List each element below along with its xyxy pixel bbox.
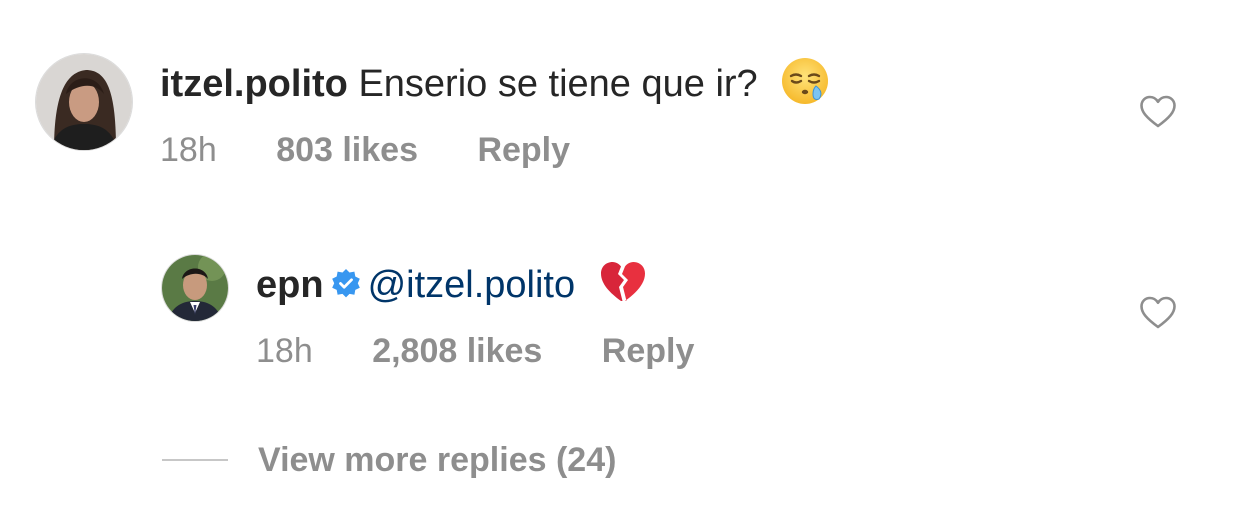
- mention-link[interactable]: @itzel.polito: [368, 264, 576, 306]
- avatar[interactable]: [36, 54, 132, 150]
- comment-time: 18h: [256, 332, 313, 370]
- comment-meta: 18h 803 likes Reply: [160, 130, 570, 170]
- sleepy-face-icon: [782, 58, 829, 104]
- comment-time: 18h: [160, 131, 217, 169]
- reply-meta: 18h 2,808 likes Reply: [256, 331, 694, 371]
- username[interactable]: epn: [256, 264, 324, 306]
- view-more-replies-label[interactable]: View more replies (24): [258, 441, 616, 480]
- view-more-replies-button[interactable]: View more replies (24): [162, 440, 616, 480]
- username[interactable]: itzel.polito: [160, 63, 348, 105]
- reply-button[interactable]: Reply: [602, 332, 695, 370]
- verified-badge-icon: [331, 269, 360, 298]
- comment-text: Enserio se tiene que ir?: [358, 63, 758, 105]
- comment-text-line: itzel.polito Enserio se tiene que ir?: [160, 56, 830, 107]
- reply-text-line: epn @itzel.polito: [256, 257, 648, 308]
- avatar[interactable]: [162, 255, 228, 321]
- heart-icon[interactable]: [1139, 95, 1177, 129]
- likes-count[interactable]: 2,808 likes: [372, 332, 542, 370]
- divider: [162, 459, 228, 461]
- broken-heart-icon: [600, 262, 645, 301]
- comment-thread: itzel.polito Enserio se tiene que ir? 18…: [0, 0, 1242, 518]
- likes-count[interactable]: 803 likes: [276, 131, 418, 169]
- heart-icon[interactable]: [1139, 296, 1177, 330]
- reply-button[interactable]: Reply: [477, 131, 570, 169]
